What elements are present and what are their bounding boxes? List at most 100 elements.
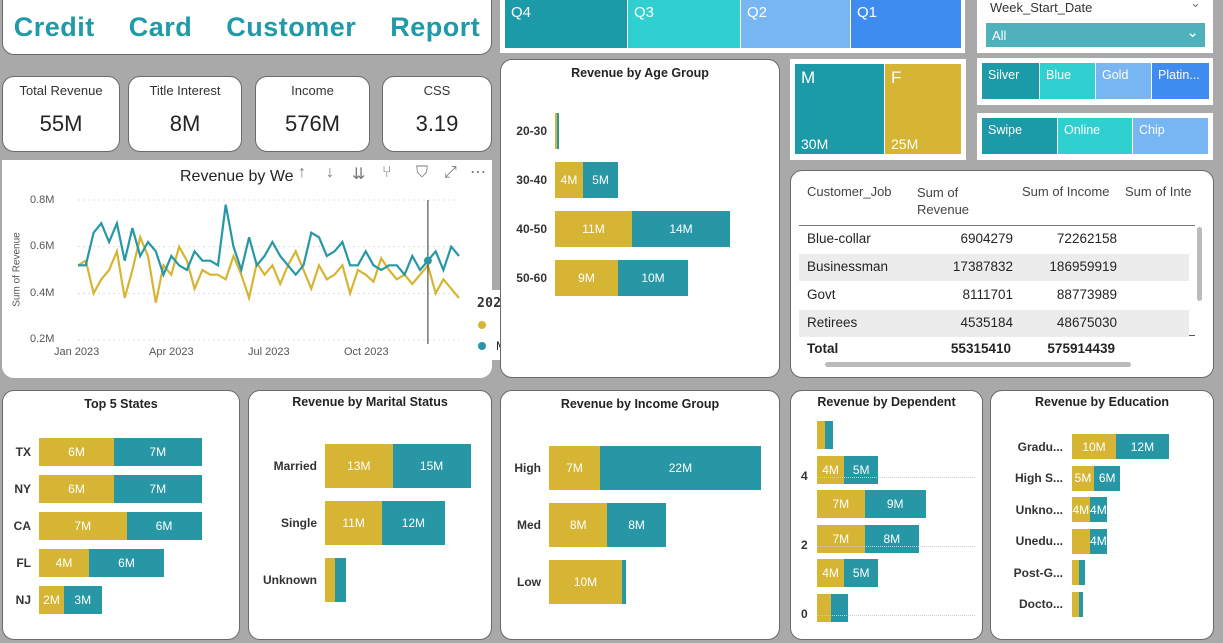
quarter-tile-q1[interactable]: Q1 — [851, 0, 961, 48]
gender-tile-f[interactable]: F 25M — [885, 64, 961, 154]
bar-f[interactable]: 4M — [555, 162, 583, 198]
bar-f[interactable]: 10M — [549, 560, 622, 604]
bar-m[interactable]: 22M — [600, 446, 761, 490]
bar-f[interactable]: 4M — [817, 455, 845, 484]
quarter-tile-q2[interactable]: Q2 — [741, 0, 850, 48]
bar-f[interactable]: 4M — [817, 559, 845, 587]
bar-f[interactable] — [817, 593, 831, 622]
column-header[interactable]: Sum of Inte — [1125, 184, 1191, 199]
kpi-value: 3.19 — [415, 111, 459, 136]
bar-f[interactable] — [1072, 591, 1079, 617]
table-row[interactable]: Retirees 4535184 48675030 — [799, 310, 1189, 337]
line-plot-area[interactable] — [2, 160, 492, 378]
bar-f[interactable]: 6M — [39, 438, 114, 466]
bar-m[interactable]: 10M — [618, 260, 688, 296]
bar-f[interactable]: 7M — [39, 512, 127, 540]
top-states-chart[interactable]: Top 5 States TX 6M 7M NY 6M 7M CA 7M 6M FL 4M 6M NJ 2… — [2, 390, 240, 640]
bar-m[interactable]: 8M — [864, 524, 919, 553]
bar-m[interactable] — [1078, 560, 1086, 585]
bar-m[interactable] — [557, 113, 560, 149]
bar-m[interactable]: 4M — [1089, 528, 1108, 554]
marital-status-chart[interactable]: Revenue by Marital Status Married 13M 15M S… — [248, 390, 492, 640]
bar-m[interactable]: 6M — [89, 549, 164, 577]
chip-gold[interactable]: Gold — [1096, 63, 1151, 99]
bar-f[interactable]: 7M — [817, 524, 865, 553]
horizontal-scrollbar[interactable] — [825, 362, 1131, 367]
y-tick: 2 — [801, 538, 808, 552]
bar-m[interactable]: 5M — [583, 162, 618, 198]
column-header[interactable]: Sum of Revenue — [917, 184, 987, 218]
category-label: Unkno... — [1015, 502, 1063, 517]
table-row[interactable]: Businessman 17387832 186959919 — [799, 254, 1189, 281]
category-label: High — [514, 461, 541, 475]
series-line-m[interactable] — [78, 204, 460, 278]
kpi-total-revenue: Total Revenue 55M — [2, 76, 120, 152]
bar-f[interactable] — [817, 421, 826, 449]
chip-blue[interactable]: Blue — [1040, 63, 1095, 99]
income-group-chart[interactable]: Revenue by Income Group High 7M 22M Med 8M 8M… — [500, 390, 780, 640]
slicer-dropdown[interactable]: All ⌄ — [986, 23, 1205, 47]
bar-f[interactable]: 9M — [555, 260, 618, 296]
quarter-tile-q3[interactable]: Q3 — [628, 0, 740, 48]
bar-f[interactable] — [1072, 528, 1090, 554]
bar-m[interactable]: 12M — [382, 501, 445, 545]
table-cell: Govt — [807, 287, 836, 302]
bar-m[interactable]: 5M — [844, 455, 879, 484]
bar-m[interactable]: 3M — [64, 586, 102, 614]
category-label: Unknown — [263, 573, 317, 587]
bar-f[interactable]: 7M — [549, 446, 601, 490]
bar-m[interactable] — [830, 593, 848, 622]
bar-f[interactable] — [1072, 560, 1079, 585]
chip-chip[interactable]: Chip — [1133, 118, 1208, 154]
table-cell: 48675030 — [1056, 315, 1117, 330]
bar-f[interactable] — [325, 558, 336, 602]
bar-m[interactable]: 15M — [392, 444, 471, 488]
bar-m[interactable]: 6M — [1094, 465, 1121, 491]
bar-m[interactable]: 7M — [114, 438, 202, 466]
table-row[interactable]: Blue-collar 6904279 72262158 — [799, 226, 1189, 253]
chip-silver[interactable]: Silver — [982, 63, 1039, 99]
chip-platinum[interactable]: Platin... — [1152, 63, 1209, 99]
bar-m[interactable]: 14M — [632, 211, 730, 247]
bar-m[interactable] — [335, 558, 346, 602]
bar-m[interactable]: 6M — [126, 512, 202, 540]
column-header[interactable]: Customer_Job — [807, 184, 892, 199]
bar-m[interactable] — [825, 421, 834, 449]
chip-online[interactable]: Online — [1058, 118, 1132, 154]
customer-job-table[interactable]: Customer_Job Sum of Revenue Sum of Incom… — [790, 170, 1214, 378]
bar-f[interactable]: 7M — [817, 490, 865, 518]
bar-f[interactable]: 11M — [325, 501, 383, 545]
bar-m[interactable] — [622, 560, 626, 604]
bar-f[interactable]: 4M — [1072, 497, 1090, 522]
bar-f[interactable]: 8M — [549, 503, 608, 547]
dependent-chart[interactable]: Revenue by Dependent 4M 5M 7M 9M 7M 8M 4M 5M 4 2 0 — [790, 390, 983, 640]
bar-m[interactable]: 5M — [844, 559, 879, 587]
bar-f[interactable]: 13M — [325, 444, 393, 488]
vertical-scrollbar[interactable] — [1197, 227, 1202, 301]
bar-m[interactable]: 7M — [114, 475, 202, 503]
column-header[interactable]: Sum of Income — [1022, 184, 1109, 199]
gridline — [817, 546, 975, 547]
bar-m[interactable] — [1078, 591, 1083, 617]
bar-f[interactable]: 11M — [555, 211, 632, 247]
report-title: Credit Card Customer Report — [13, 12, 481, 42]
bar-m[interactable]: 8M — [607, 503, 666, 547]
chip-swipe[interactable]: Swipe — [982, 118, 1057, 154]
bar-m[interactable]: 9M — [864, 490, 926, 518]
age-group-chart[interactable]: Revenue by Age Group 20-30 30-40 4M 5M 40-50… — [500, 59, 780, 378]
bar-f[interactable]: 6M — [39, 475, 114, 503]
bar-m[interactable]: 12M — [1116, 434, 1169, 459]
education-chart[interactable]: Revenue by Education Gradu... 10M 12M High … — [990, 390, 1214, 640]
chart-title: Revenue by Education — [1034, 395, 1170, 409]
bar-m[interactable]: 4M — [1089, 497, 1108, 522]
table-cell: 8111701 — [962, 287, 1013, 302]
bar-f[interactable]: 5M — [1072, 465, 1094, 491]
bar-f[interactable]: 2M — [39, 586, 64, 614]
bar-f[interactable]: 4M — [39, 549, 89, 577]
revenue-by-week-chart[interactable]: Revenue by We ↑ ↓ ⇊ ⑂ ⛉ ⤢ ⋯ Sum of Reven… — [2, 160, 492, 378]
gender-tile-m[interactable]: M 30M — [795, 64, 884, 154]
chevron-down-icon[interactable]: ⌄ — [1190, 0, 1201, 11]
bar-f[interactable]: 10M — [1072, 434, 1116, 459]
table-row[interactable]: Govt 8111701 88773989 — [799, 282, 1189, 309]
quarter-tile-q4[interactable]: Q4 — [505, 0, 627, 48]
